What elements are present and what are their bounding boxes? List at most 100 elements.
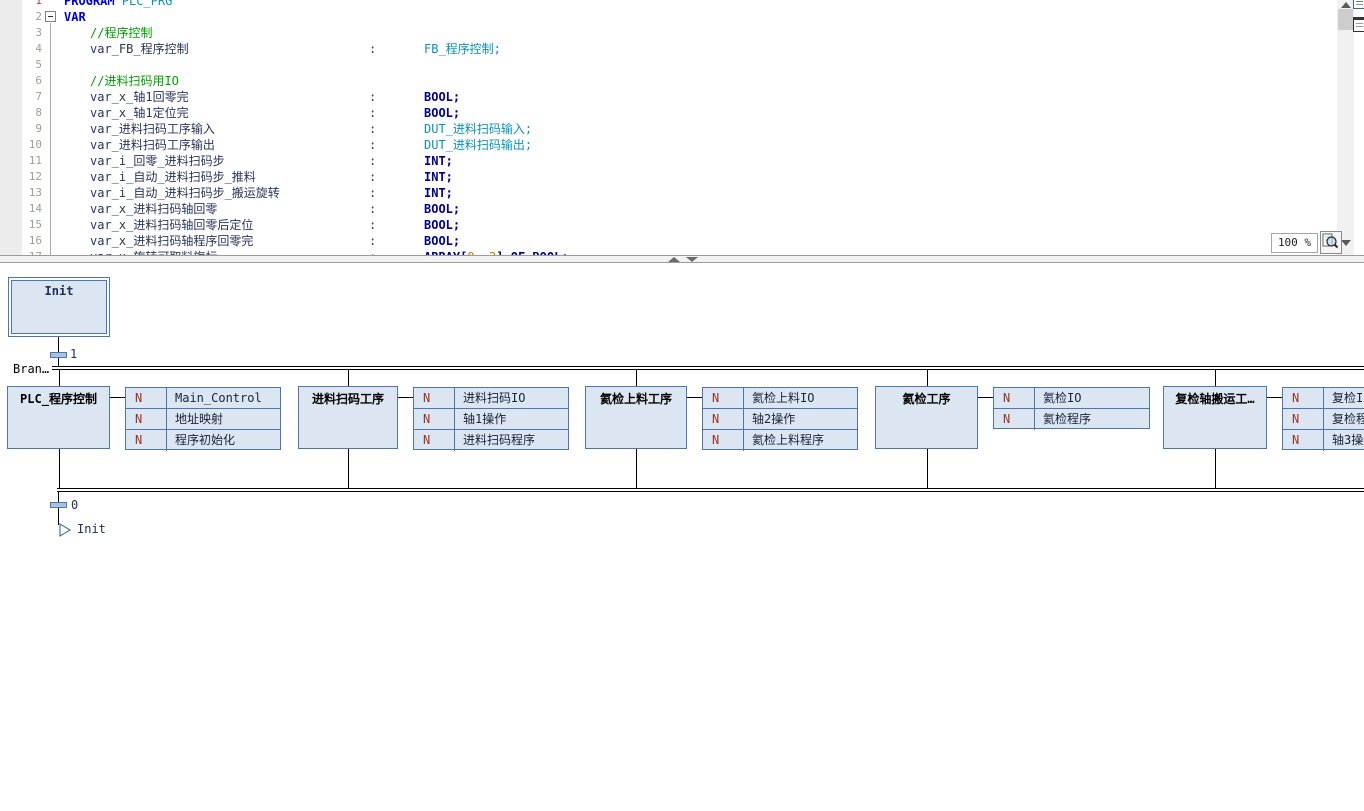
action-qualifier: N: [414, 388, 455, 408]
connector-line: [58, 492, 59, 502]
scroll-thumb[interactable]: [1338, 9, 1353, 30]
connector-line: [348, 370, 349, 386]
chevron-up-icon: [1341, 2, 1351, 8]
code-line[interactable]: 6//进料扫码用IO: [0, 73, 1337, 89]
step-label: 进料扫码工序: [312, 392, 384, 406]
action-qualifier: N: [994, 409, 1035, 430]
jump-arrow-icon[interactable]: [59, 523, 72, 538]
transition-top-label: 1: [70, 348, 77, 361]
line-number: 4: [20, 41, 42, 57]
code-line[interactable]: 12var_i_自动_进料扫码步_推料:INT;: [0, 169, 1337, 185]
action-row[interactable]: N复检IO: [1283, 388, 1364, 409]
action-qualifier: N: [994, 388, 1035, 408]
connector-line: [59, 370, 60, 386]
code-line[interactable]: 11var_i_回零_进料扫码步:INT;: [0, 153, 1337, 169]
action-row[interactable]: N氦检上料程序: [703, 430, 857, 451]
action-row[interactable]: N复检程序: [1283, 409, 1364, 430]
splitter-collapse-up-icon[interactable]: [668, 257, 680, 262]
action-row[interactable]: N氦检IO: [994, 388, 1149, 409]
zoom-level-indicator[interactable]: 100 %: [1271, 233, 1318, 253]
code-line[interactable]: 4var_FB_程序控制:FB_程序控制;: [0, 41, 1337, 57]
code-line[interactable]: 13var_i_自动_进料扫码步_搬运旋转:INT;: [0, 185, 1337, 201]
action-name: Main_Control: [167, 388, 280, 408]
pane-splitter[interactable]: [0, 255, 1364, 263]
code-line[interactable]: 5: [0, 57, 1337, 73]
action-name: 复检程序: [1324, 409, 1364, 429]
action-qualifier: N: [414, 430, 455, 451]
line-number: 2: [20, 9, 42, 25]
parallel-branch-line-top: [52, 366, 1364, 367]
action-block[interactable]: N氦检ION氦检程序: [993, 387, 1150, 429]
sfc-step[interactable]: 进料扫码工序: [298, 386, 398, 449]
scroll-up-button[interactable]: [1337, 0, 1354, 9]
action-name: 氦检程序: [1035, 409, 1149, 430]
action-block-connector: [687, 397, 702, 398]
doc-icon-top[interactable]: [1353, 0, 1364, 9]
connector-line: [1215, 449, 1216, 488]
action-name: 氦检IO: [1035, 388, 1149, 408]
action-block-connector: [1267, 397, 1282, 398]
parallel-branch-line-bottom: [57, 491, 1364, 492]
action-row[interactable]: N进料扫码IO: [414, 388, 568, 409]
action-qualifier: N: [703, 409, 744, 429]
parallel-branch-line-bottom: [57, 488, 1364, 489]
sfc-step[interactable]: 氦检上料工序: [585, 386, 687, 449]
code-line[interactable]: 8var_x_轴1定位完:BOOL;: [0, 105, 1337, 121]
line-number: 5: [20, 57, 42, 73]
action-block[interactable]: N进料扫码ION轴1操作N进料扫码程序: [413, 387, 569, 450]
code-line[interactable]: 9var_进料扫码工序输入:DUT_进料扫码输入;: [0, 121, 1337, 137]
code-line[interactable]: 7var_x_轴1回零完:BOOL;: [0, 89, 1337, 105]
action-block[interactable]: N复检ION复检程序N轴3操作: [1282, 387, 1364, 450]
branch-label[interactable]: Bran…: [13, 362, 49, 376]
line-number: 1: [20, 0, 42, 9]
connector-line: [636, 370, 637, 386]
action-row[interactable]: N氦检上料IO: [703, 388, 857, 409]
action-qualifier: N: [1283, 409, 1324, 429]
action-block-connector: [398, 397, 413, 398]
action-name: 轴2操作: [744, 409, 857, 429]
action-block[interactable]: N氦检上料ION轴2操作N氦检上料程序: [702, 387, 858, 450]
doc-icon-bottom[interactable]: [1353, 17, 1364, 32]
connector-line: [927, 449, 928, 488]
sfc-step[interactable]: 复检轴搬运工…: [1163, 386, 1267, 449]
code-line[interactable]: 14var_x_进料扫码轴回零:BOOL;: [0, 201, 1337, 217]
action-qualifier: N: [1283, 430, 1324, 451]
action-block[interactable]: NMain_ControlN地址映射N程序初始化: [125, 387, 281, 450]
action-row[interactable]: N地址映射: [126, 409, 280, 430]
connector-line: [59, 449, 60, 488]
chevron-down-icon: [1341, 240, 1351, 246]
action-qualifier: N: [1283, 388, 1324, 408]
fold-collapse-toggle[interactable]: [45, 11, 56, 22]
code-line[interactable]: 10var_进料扫码工序输出:DUT_进料扫码输出;: [0, 137, 1337, 153]
connector-line: [348, 449, 349, 488]
code-line[interactable]: 3//程序控制: [0, 25, 1337, 41]
action-row[interactable]: N轴1操作: [414, 409, 568, 430]
action-name: 程序初始化: [167, 430, 280, 451]
action-qualifier: N: [703, 388, 744, 408]
splitter-collapse-down-icon[interactable]: [686, 257, 698, 262]
action-qualifier: N: [126, 409, 167, 429]
sfc-step[interactable]: 氦检工序: [875, 386, 978, 449]
code-line[interactable]: 2VAR: [0, 9, 1337, 25]
line-number: 15: [20, 217, 42, 233]
code-line[interactable]: 1PROGRAM PLC_PRG: [0, 0, 1337, 9]
action-row[interactable]: N轴2操作: [703, 409, 857, 430]
sfc-step[interactable]: PLC_程序控制: [7, 386, 110, 449]
action-qualifier: N: [703, 430, 744, 451]
action-row[interactable]: N氦检程序: [994, 409, 1149, 430]
code-line[interactable]: 16var_x_进料扫码轴程序回零完:BOOL;: [0, 233, 1337, 249]
st-editor-pane[interactable]: 1PROGRAM PLC_PRG2VAR3//程序控制4var_FB_程序控制:…: [0, 0, 1364, 255]
action-name: 氦检上料程序: [744, 430, 857, 451]
action-row[interactable]: N轴3操作: [1283, 430, 1364, 451]
init-step[interactable]: Init: [8, 277, 110, 337]
code-line[interactable]: 15var_x_进料扫码轴回零后定位:BOOL;: [0, 217, 1337, 233]
action-block-connector: [110, 397, 125, 398]
action-row[interactable]: N程序初始化: [126, 430, 280, 451]
jump-label[interactable]: Init: [77, 522, 106, 536]
editor-vertical-scrollbar[interactable]: [1337, 0, 1354, 255]
zoom-tool-button[interactable]: [1320, 231, 1342, 254]
parallel-branch-line-top: [52, 369, 1364, 370]
magnifier-icon: [1321, 232, 1339, 251]
action-row[interactable]: N进料扫码程序: [414, 430, 568, 451]
action-row[interactable]: NMain_Control: [126, 388, 280, 409]
